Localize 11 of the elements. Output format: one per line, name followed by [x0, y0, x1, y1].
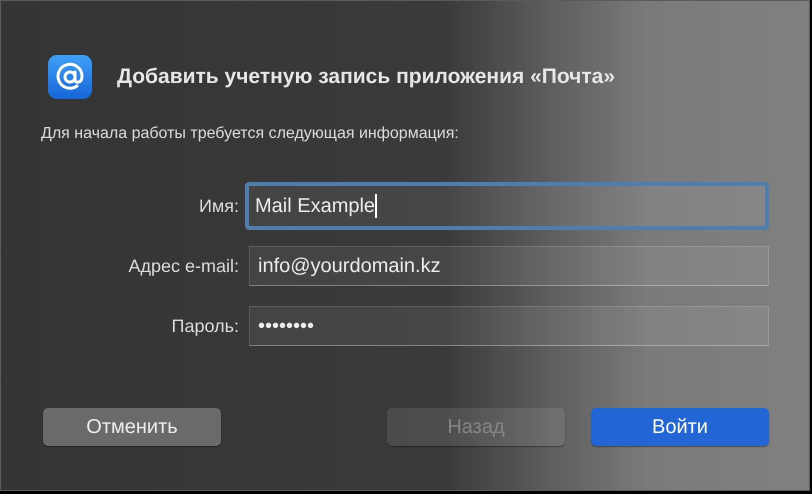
intro-text: Для начала работы требуется следующая информация:	[41, 124, 460, 144]
field-label: Пароль:	[170, 314, 239, 338]
dialog-title: Добавить учетную запись приложения «Почта»	[117, 64, 616, 90]
dialog-button[interactable]: Отменить	[43, 408, 221, 446]
input-field[interactable]: info@yourdomain.kz	[249, 246, 769, 286]
input-field[interactable]: Mail Example	[245, 182, 769, 230]
field-label: Адрес e-mail:	[127, 254, 239, 278]
sign-in-button[interactable]: Войти	[591, 408, 769, 446]
field-label: Имя:	[198, 194, 239, 218]
at-sign-icon	[47, 54, 93, 100]
input-field[interactable]: ••••••••	[249, 306, 769, 346]
